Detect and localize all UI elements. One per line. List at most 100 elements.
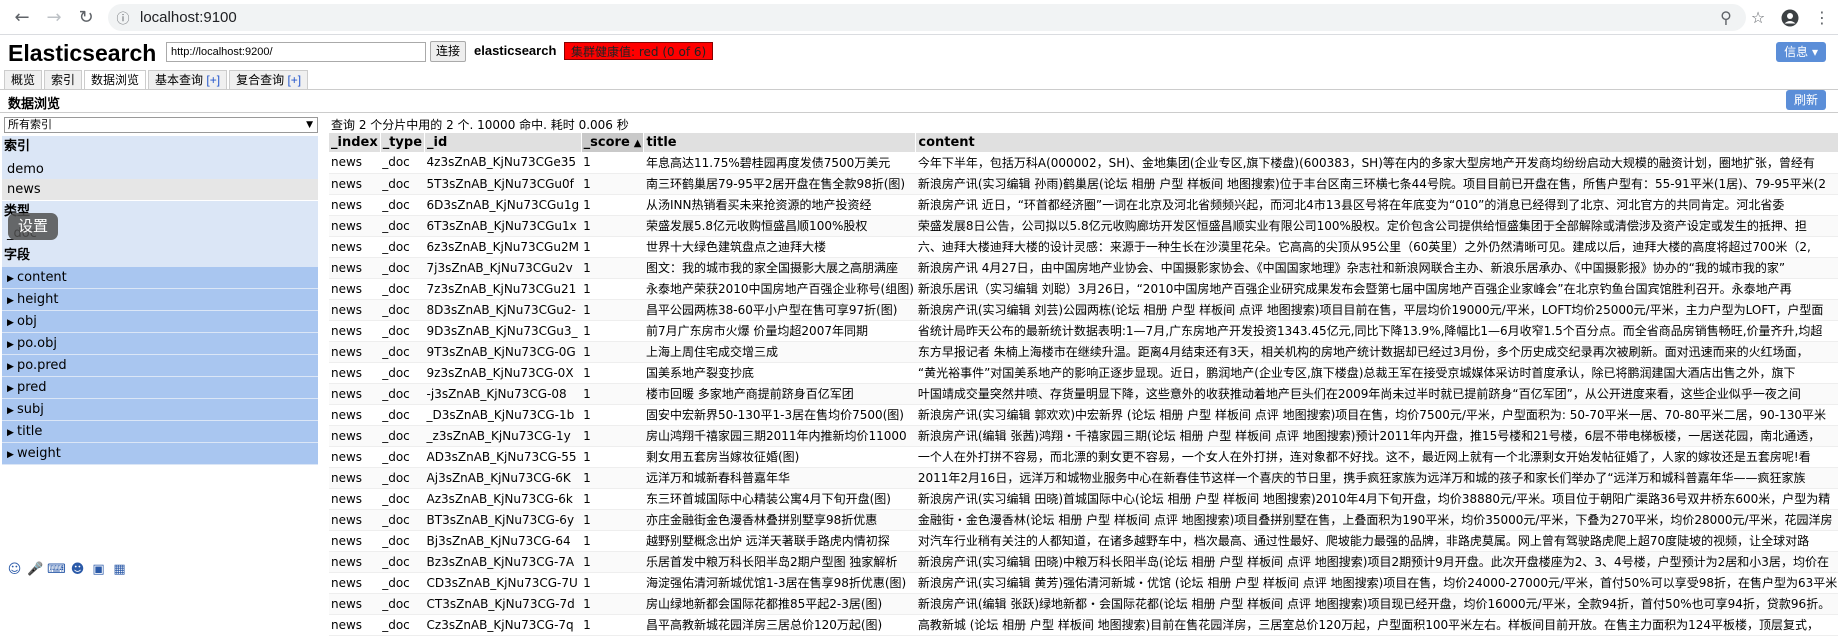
cell-index: news [329, 173, 381, 195]
cluster-url-input[interactable] [166, 42, 426, 62]
field-item[interactable]: ▶ weight [2, 443, 318, 465]
tab-compound-query[interactable]: 复合查询 [+] [229, 70, 309, 89]
table-row[interactable]: news _doc CD3sZnAB_KjNu73CG-7U 1 海淀强佑清河新城优馆1… [329, 572, 1838, 594]
cell-index: news [329, 593, 381, 615]
cell-index: news [329, 509, 381, 531]
table-row[interactable]: news _doc 9D3sZnAB_KjNu73CGu3_ 1 前7月广东房市火爆 价… [329, 320, 1838, 342]
column-header-type[interactable]: _type [380, 133, 426, 152]
cell-type: _doc [380, 152, 425, 174]
field-item[interactable]: ▶ po.obj [2, 333, 318, 355]
column-header-id[interactable]: _id [424, 133, 582, 152]
cell-type: _doc [380, 404, 425, 426]
index-select-value: 所有索引 [8, 118, 52, 131]
info-dropdown-button[interactable]: 信息 ▾ [1776, 42, 1826, 62]
table-row[interactable]: news _doc 7z3sZnAB_KjNu73CGu21 1 永泰地产荣获2010中… [329, 278, 1838, 300]
back-arrow-icon[interactable]: ← [6, 1, 38, 33]
cell-score: 1 [581, 215, 644, 237]
tab-browser[interactable]: 数据浏览 [84, 70, 147, 89]
cell-title: 乐居首发中粮万科长阳半岛2期户型图 独家解析 [643, 551, 916, 573]
field-item[interactable]: ▶ title [2, 421, 318, 443]
cell-id: 6D3sZnAB_KjNu73CGu1g [424, 194, 582, 216]
field-item[interactable]: ▶ height [2, 289, 318, 311]
tab-overview[interactable]: 概览 [4, 70, 43, 89]
address-bar[interactable]: ⓘ localhost:9100 [108, 4, 1746, 31]
table-row[interactable]: news _doc 6z3sZnAB_KjNu73CGu2M 1 世界十大绿色建筑盘点之… [329, 236, 1838, 258]
table-row[interactable]: news _doc -j3sZnAB_KjNu73CG-08 1 楼市回暖 多家地产商提… [329, 383, 1838, 405]
cell-title: 越野别墅概念出炉 远洋天著联手路虎内情初探 [643, 530, 916, 552]
cell-content: 新浪房产讯(实习编辑 孙雨)鹤巢居(论坛 相册 户型 样板间 地图搜索)位于丰台… [915, 173, 1838, 195]
zoom-icon[interactable]: ⚲ [1710, 4, 1742, 31]
profile-avatar-icon[interactable] [1774, 4, 1806, 31]
field-item[interactable]: ▶ subj [2, 399, 318, 421]
cell-id: 6T3sZnAB_KjNu73CGu1x [424, 215, 582, 237]
table-row[interactable]: news _doc BT3sZnAB_KjNu73CG-6y 1 亦庄金融街金色漫香林叠… [329, 509, 1838, 531]
query-summary: 查询 2 个分片中用的 2 个. 10000 命中. 耗时 0.006 秒 [331, 118, 629, 132]
emoji-icon[interactable]: ☺ [6, 561, 23, 578]
tab-add-icon[interactable]: [+] [287, 73, 301, 87]
grid-menu-icon[interactable]: ▦ [111, 561, 128, 578]
field-item[interactable]: ▶ po.pred [2, 355, 318, 377]
cell-score: 1 [581, 614, 644, 636]
forward-arrow-icon[interactable]: → [38, 1, 70, 33]
cell-score: 1 [581, 299, 644, 321]
reload-icon[interactable]: ↻ [70, 1, 102, 33]
tab-add-icon[interactable]: [+] [206, 73, 220, 87]
cell-id: BT3sZnAB_KjNu73CG-6y [424, 509, 582, 531]
cell-title: 海淀强佑清河新城优馆1-3居在售享98折优惠(图) [643, 572, 916, 594]
cell-title: 远洋万和城新春科普嘉年华 [643, 467, 916, 489]
cell-type: _doc [380, 488, 425, 510]
address-url[interactable]: localhost:9100 [140, 9, 237, 26]
table-row[interactable]: news _doc _D3sZnAB_KjNu73CG-1b 1 固安中宏新界50-13… [329, 404, 1838, 426]
user-icon[interactable]: ☻ [69, 561, 86, 578]
field-name: title [17, 424, 43, 439]
field-item[interactable]: ▶ pred [2, 377, 318, 399]
tab-indices[interactable]: 索引 [44, 70, 83, 89]
table-row[interactable]: news _doc 4z3sZnAB_KjNu73CGe35 1 年息高达11.75%碧… [329, 152, 1838, 174]
connect-button[interactable]: 连接 [430, 41, 467, 62]
field-name: weight [17, 446, 61, 461]
table-row[interactable]: news _doc Aj3sZnAB_KjNu73CG-6K 1 远洋万和城新春科普嘉年… [329, 467, 1838, 489]
cell-index: news [329, 341, 381, 363]
skin-shirt-icon[interactable]: ▣ [90, 561, 107, 578]
table-row[interactable]: news _doc 6T3sZnAB_KjNu73CGu1x 1 荣盛发展5.8亿元收购… [329, 215, 1838, 237]
table-row[interactable]: news _doc Bz3sZnAB_KjNu73CG-7A 1 乐居首发中粮万科长阳半… [329, 551, 1838, 573]
table-row[interactable]: news _doc 7j3sZnAB_KjNu73CGu2v 1 图文：我的城市我的家全… [329, 257, 1838, 279]
keyboard-icon[interactable]: ⌨ [47, 561, 66, 578]
table-row[interactable]: news _doc AD3sZnAB_KjNu73CG-55 1 剩女用五套房当嫁妆征婚… [329, 446, 1838, 468]
refresh-button[interactable]: 刷新 [1785, 90, 1826, 110]
field-item[interactable]: ▶ obj [2, 311, 318, 333]
browser-menu-icon[interactable]: ⋮ [1806, 4, 1838, 31]
field-name: po.pred [17, 358, 67, 373]
column-header-title[interactable]: title [643, 133, 917, 152]
column-header-content[interactable]: content [915, 133, 1838, 152]
sidebar-item-index[interactable]: demo [2, 159, 318, 180]
column-header-index[interactable]: _index [329, 133, 381, 152]
table-row[interactable]: news _doc _z3sZnAB_KjNu73CG-1y 1 房山鸿翔千禧家园三期2… [329, 425, 1838, 447]
table-row[interactable]: news _doc 9T3sZnAB_KjNu73CG-0G 1 上海上周住宅成交增三成… [329, 341, 1838, 363]
cell-id: 9z3sZnAB_KjNu73CG-0X [424, 362, 582, 384]
table-row[interactable]: news _doc Bj3sZnAB_KjNu73CG-64 1 越野别墅概念出炉 远洋… [329, 530, 1838, 552]
column-header-label: _score [583, 135, 630, 150]
microphone-icon[interactable]: 🎤 [27, 561, 44, 578]
cell-content: 一个人在外打拼不容易，而北漂的剩女更不容易，一个女人在外打拼，连对象都不好找。这… [915, 446, 1838, 468]
table-row[interactable]: news _doc 8D3sZnAB_KjNu73CGu2- 1 昌平公园两栋38-60… [329, 299, 1838, 321]
cell-type: _doc [380, 173, 425, 195]
field-name: subj [17, 402, 44, 417]
cell-content: 新浪房产讯 近日，“环首都经济圈”一词在北京及河北省频频兴起，而河北4市13县区… [915, 194, 1838, 216]
table-row[interactable]: news _doc CT3sZnAB_KjNu73CG-7d 1 房山绿地新都会国际花都… [329, 593, 1838, 615]
table-row[interactable]: news _doc 6D3sZnAB_KjNu73CGu1g 1 从汤INN热销看买未来… [329, 194, 1838, 216]
bookmark-star-icon[interactable]: ☆ [1742, 4, 1774, 31]
index-select[interactable]: 所有索引 ▼ [4, 117, 318, 133]
site-info-icon[interactable]: ⓘ [112, 10, 134, 27]
table-row[interactable]: news _doc Cz3sZnAB_KjNu73CG-7q 1 昌平高教新城花园洋房三… [329, 614, 1838, 636]
table-row[interactable]: news _doc 5T3sZnAB_KjNu73CGu0f 1 南三环鹤巢居79-95… [329, 173, 1838, 195]
tab-basic-query[interactable]: 基本查询 [+] [148, 70, 228, 89]
column-header-score[interactable]: _score ▲ [581, 133, 645, 152]
cell-id: 7j3sZnAB_KjNu73CGu2v [424, 257, 582, 279]
cell-title: 南三环鹤巢居79-95平2居开盘在售全款98折(图) [643, 173, 916, 195]
table-row[interactable]: news _doc Az3sZnAB_KjNu73CG-6k 1 东三环首城国际中心精装… [329, 488, 1838, 510]
field-item[interactable]: ▶ content [2, 267, 318, 289]
table-row[interactable]: news _doc 9z3sZnAB_KjNu73CG-0X 1 国美系地产裂变抄底 “黄… [329, 362, 1838, 384]
sidebar-item-index[interactable]: news [2, 179, 318, 200]
cell-title: 年息高达11.75%碧桂园再度发债7500万美元 [643, 152, 916, 174]
